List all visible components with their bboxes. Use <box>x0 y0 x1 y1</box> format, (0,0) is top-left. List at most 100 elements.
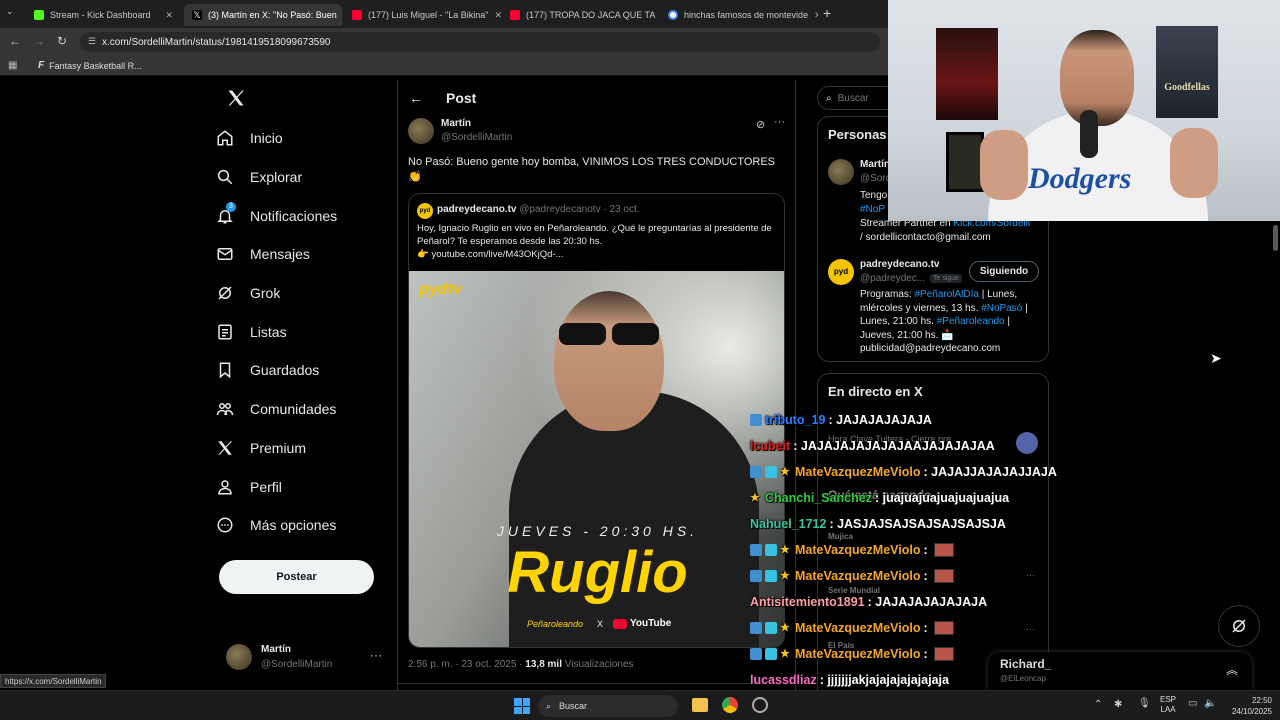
chat-username[interactable]: MateVazquezMeViolo <box>795 465 921 479</box>
back-arrow-icon[interactable]: ← <box>9 34 21 48</box>
author-handle[interactable]: @SordelliMartin <box>441 132 512 143</box>
chat-message: ★ MateVazquezMeViolo: <box>750 563 954 589</box>
nav-grok[interactable]: Grok <box>216 274 396 313</box>
quoted-link[interactable]: youtube.com/live/M43OKjQd-... <box>431 249 563 260</box>
more-dots-icon[interactable]: ··· <box>1026 570 1035 580</box>
account-switcher[interactable]: Martín @SordelliMartin ··· <box>226 642 386 674</box>
chat-username[interactable]: MateVazquezMeViolo <box>795 543 921 557</box>
hashtag-link[interactable]: #NoPasó <box>981 303 1022 314</box>
poster-small <box>946 132 984 192</box>
volume-icon[interactable]: 🔈 <box>1204 698 1216 709</box>
messages-drawer[interactable]: Richard_ @ElLeoncap ︽ <box>988 652 1252 690</box>
chat-username[interactable]: Chanchi_Sanchez <box>765 491 872 505</box>
close-icon[interactable]: ✕ <box>165 10 173 21</box>
tab-x-post[interactable]: 𝕏 (3) Martín en X: "No Pasó: Buen ✕ <box>184 4 342 26</box>
chat-username[interactable]: lucassdliaz <box>750 673 817 687</box>
nav-lists[interactable]: Listas <box>216 312 396 351</box>
chat-username[interactable]: MateVazquezMeViolo <box>795 569 921 583</box>
file-explorer-icon[interactable] <box>692 698 708 712</box>
nav-bookmarks[interactable]: Guardados <box>216 351 396 390</box>
network-icon[interactable]: ▭ <box>1188 698 1197 709</box>
scrollbar[interactable] <box>1271 221 1280 690</box>
apps-grid-icon[interactable]: ▦ <box>8 60 17 71</box>
hashtag-link[interactable]: #PeñarolAlDía <box>914 289 978 300</box>
chat-message: ★ MateVazquezMeViolo: <box>750 641 954 667</box>
x-logo-icon[interactable] <box>226 88 246 113</box>
tab-kick-dashboard[interactable]: Stream - Kick Dashboard ✕ <box>26 4 181 26</box>
reload-icon[interactable]: ↻ <box>57 34 67 48</box>
clock-time: 22:50 <box>1251 696 1272 705</box>
address-bar[interactable]: ☰ x.com/SordelliMartin/status/1981419518… <box>80 32 880 52</box>
card-title: Personas <box>828 127 887 142</box>
nav-more[interactable]: Más opciones <box>216 506 396 545</box>
bio-email: publicidad@padreydecano.com <box>860 343 1001 354</box>
chat-username[interactable]: MateVazquezMeViolo <box>795 621 921 635</box>
person-name[interactable]: Martín <box>860 159 890 170</box>
blue-badge-icon <box>750 570 762 582</box>
quoted-image[interactable]: pydtv JUEVES - 20:30 HS. Ruglio Peñarole… <box>409 271 784 647</box>
nav-profile[interactable]: Perfil <box>216 467 396 506</box>
app-icon[interactable] <box>752 697 768 713</box>
quoted-handle: @padreydecanotv <box>519 204 601 215</box>
bookmark-fantasy[interactable]: F Fantasy Basketball R... <box>38 60 142 71</box>
tab-google-search[interactable]: hinchas famosos de montevide ✕ <box>660 4 818 26</box>
chat-username[interactable]: Antisitemiento1891 <box>750 595 865 609</box>
nav-explore[interactable]: Explorar <box>216 158 396 197</box>
avatar[interactable] <box>1016 432 1038 454</box>
chat-username[interactable]: lcubeit <box>750 439 790 453</box>
language-indicator[interactable]: ESP LAA <box>1160 695 1176 715</box>
grok-floating-button[interactable] <box>1218 605 1260 647</box>
person-name[interactable]: padreydecano.tv <box>860 259 939 270</box>
tray-app-icon[interactable]: ✱ <box>1114 699 1122 710</box>
shirt-logo: Dodgers <box>1028 162 1132 195</box>
nav-premium[interactable]: Premium <box>216 429 396 468</box>
hashtag-link[interactable]: #Peñaroleando <box>937 316 1005 327</box>
nav-messages[interactable]: Mensajes <box>216 235 396 274</box>
forward-arrow-icon[interactable]: → <box>33 34 45 48</box>
more-dots-icon[interactable]: ··· <box>774 116 785 128</box>
tab-search-icon[interactable]: ⌄ <box>6 6 14 17</box>
chat-text: : JAJAJAJAJAJAJAAJAJAJAJAA <box>793 439 995 453</box>
site-info-icon[interactable]: ☰ <box>88 36 96 47</box>
avatar[interactable] <box>828 159 854 185</box>
chat-username[interactable]: MateVazquezMeViolo <box>795 647 921 661</box>
person-face <box>554 291 664 431</box>
nav-label: Inicio <box>250 130 283 147</box>
person-handle[interactable]: @padreydec... <box>860 273 925 284</box>
nav-communities[interactable]: Comunidades <box>216 390 396 429</box>
tray-chevron-up-icon[interactable]: ⌃ <box>1094 699 1102 710</box>
kick-icon <box>34 10 44 20</box>
more-dots-icon[interactable]: ··· <box>1026 624 1035 634</box>
person-handle[interactable]: @Sord <box>860 173 891 184</box>
author-avatar[interactable] <box>408 118 434 144</box>
new-tab-plus-icon[interactable]: + <box>823 5 831 21</box>
grok-icon[interactable]: ⊘ <box>756 118 765 131</box>
chat-username[interactable]: tributo_19 <box>765 413 825 427</box>
post-button[interactable]: Postear <box>219 560 374 594</box>
chat-username[interactable]: Nahuel_1712 <box>750 517 826 531</box>
chat-text: : <box>923 647 928 661</box>
microphone-icon[interactable]: 🎙 <box>1138 698 1151 709</box>
chrome-icon[interactable] <box>722 697 738 713</box>
primary-nav: Inicio Explorar 3 Notificaciones Mensaje… <box>216 119 396 545</box>
tab-youtube-bikina[interactable]: (177) Luis Miguel - "La Bikina" ✕ <box>344 4 502 26</box>
clock[interactable]: 22:50 24/10/2025 <box>1222 695 1272 717</box>
quoted-name: padreydecano.tv <box>437 204 517 215</box>
windows-start-icon[interactable] <box>514 698 530 714</box>
padreydecano-avatar[interactable]: pyd <box>828 259 854 285</box>
close-icon[interactable]: ✕ <box>494 10 502 21</box>
back-arrow-icon[interactable]: ← <box>409 90 423 106</box>
more-dots-icon[interactable]: ··· <box>370 648 382 662</box>
nav-home[interactable]: Inicio <box>216 119 396 158</box>
following-button[interactable]: Siguiendo <box>969 261 1039 282</box>
nav-notifications[interactable]: 3 Notificaciones <box>216 196 396 235</box>
chevron-up-icon[interactable]: ︽ <box>1226 661 1238 678</box>
quoted-post[interactable]: pyd padreydecano.tv @padreydecanotv · 23… <box>408 193 785 648</box>
post-timestamp[interactable]: 2:56 p. m. · 23 oct. 2025 · <box>408 659 523 670</box>
author-name[interactable]: Martín <box>441 118 471 129</box>
taskbar-search[interactable]: ⌕ Buscar <box>538 695 678 717</box>
scrollbar-thumb[interactable] <box>1273 225 1278 251</box>
tab-youtube-tropa[interactable]: (177) TROPA DO JACA QUE TA ✕ <box>502 4 660 26</box>
hashtag-link[interactable]: #NoP <box>860 204 885 215</box>
close-icon[interactable]: ✕ <box>814 10 818 21</box>
